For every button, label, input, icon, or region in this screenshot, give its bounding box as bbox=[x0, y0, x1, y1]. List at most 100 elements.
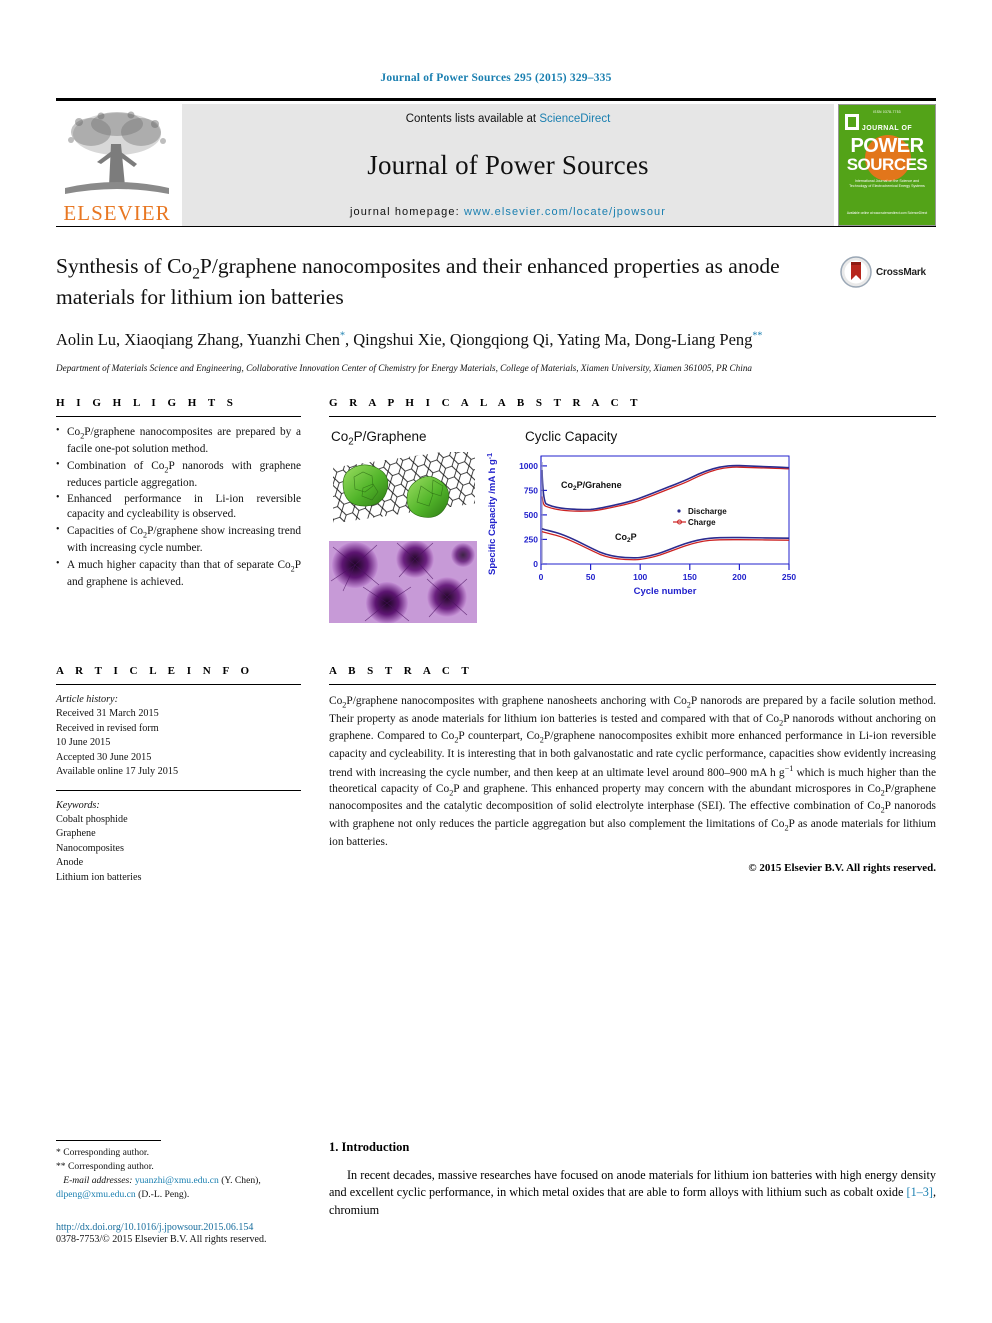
highlights-rule bbox=[56, 415, 301, 417]
introduction-text-part1: In recent decades, massive researches ha… bbox=[329, 1168, 936, 1200]
y-tick-0: 0 bbox=[533, 559, 538, 569]
email-link-1[interactable]: yuanzhi@xmu.edu.cn bbox=[135, 1175, 219, 1186]
sciencedirect-link[interactable]: ScienceDirect bbox=[539, 113, 610, 125]
footnote-rule bbox=[56, 1140, 161, 1142]
page-bottom-row: * Corresponding author. ** Corresponding… bbox=[56, 1140, 936, 1245]
journal-cover-thumbnail: ISSN 0378-7753 JOURNAL OF POWER SOURCES … bbox=[838, 104, 936, 226]
x-tick-100: 100 bbox=[633, 572, 647, 582]
highlights-column: H I G H L I G H T S Co2P/graphene nanoco… bbox=[56, 397, 301, 623]
elsevier-wordmark: ELSEVIER bbox=[63, 201, 171, 225]
author-list: Aolin Lu, Xiaoqiang Zhang, Yuanzhi Chen*… bbox=[56, 329, 763, 349]
x-tick-50: 50 bbox=[586, 572, 596, 582]
abstract-heading: A B S T R A C T bbox=[329, 664, 474, 677]
author-affiliation: Department of Materials Science and Engi… bbox=[56, 362, 753, 373]
footnote-emails: E-mail addresses: yuanzhi@xmu.edu.cn (Y.… bbox=[56, 1174, 301, 1202]
nanocomposite-structure-image bbox=[333, 451, 475, 524]
journal-masthead: ELSEVIER Contents lists available at Sci… bbox=[56, 98, 936, 226]
doi-link[interactable]: http://dx.doi.org/10.1016/j.jpowsour.201… bbox=[56, 1222, 301, 1233]
x-tick-0: 0 bbox=[539, 572, 544, 582]
keywords-rule bbox=[56, 789, 301, 791]
cover-footer: Available online at www.sciencedirect.co… bbox=[846, 210, 928, 215]
article-info-rule bbox=[56, 683, 301, 685]
highlights-list: Co2P/graphene nanocomposites are prepare… bbox=[56, 424, 301, 589]
y-tick-750: 750 bbox=[524, 485, 538, 495]
crossmark-badge[interactable]: CrossMark bbox=[840, 255, 936, 289]
keyword-item: Cobalt phosphide bbox=[56, 813, 128, 825]
email-label: E-mail addresses: bbox=[63, 1175, 133, 1187]
abstract-copyright: © 2015 Elsevier B.V. All rights reserved… bbox=[748, 862, 936, 875]
journal-homepage-line: journal homepage: www.elsevier.com/locat… bbox=[350, 206, 666, 218]
y-axis-label: Specific Capacity /mA h g-1 bbox=[487, 453, 498, 575]
x-tick-200: 200 bbox=[732, 572, 746, 582]
journal-title: Journal of Power Sources bbox=[367, 150, 649, 180]
sem-micrograph-image bbox=[329, 540, 477, 623]
corresponding-marker-2: ** bbox=[752, 330, 763, 342]
legend-label-discharge: Discharge bbox=[688, 507, 727, 516]
elsevier-logo: ELSEVIER bbox=[56, 104, 178, 226]
homepage-url-link[interactable]: www.elsevier.com/locate/jpowsour bbox=[464, 206, 666, 218]
introduction-column: 1. Introduction In recent decades, massi… bbox=[329, 1140, 936, 1245]
contents-available-line: Contents lists available at ScienceDirec… bbox=[406, 113, 611, 125]
graphical-abstract-left-label: Co2P/Graphene bbox=[331, 428, 427, 448]
masthead-bottom-rule bbox=[56, 226, 936, 227]
running-head: Journal of Power Sources 295 (2015) 329–… bbox=[380, 72, 612, 84]
highlights-heading: H I G H L I G H T S bbox=[56, 396, 238, 409]
article-history-item: Available online 17 July 2015 bbox=[56, 766, 179, 778]
article-history-item: 10 June 2015 bbox=[56, 737, 111, 749]
article-history-item: Accepted 30 June 2015 bbox=[56, 751, 152, 763]
crossmark-icon bbox=[840, 256, 872, 288]
keyword-item: Lithium ion batteries bbox=[56, 871, 142, 883]
footnote-corresponding-1: * Corresponding author. bbox=[56, 1147, 149, 1159]
article-history-label: Article history: bbox=[56, 693, 118, 705]
article-info-heading: A R T I C L E I N F O bbox=[56, 664, 254, 677]
graphical-abstract-right-label: Cyclic Capacity bbox=[525, 428, 618, 444]
graphical-abstract-column: G R A P H I C A L A B S T R A C T Co2P/G… bbox=[329, 397, 936, 623]
x-tick-150: 150 bbox=[683, 572, 697, 582]
cyclic-capacity-chart: 0 250 500 750 1000 0 50 100 150 200 250 … bbox=[487, 453, 796, 597]
list-item: Combination of Co2P nanorods with graphe… bbox=[56, 458, 301, 491]
keyword-item: Anode bbox=[56, 857, 84, 869]
graphical-abstract-heading: G R A P H I C A L A B S T R A C T bbox=[329, 396, 642, 409]
graphical-abstract-rule bbox=[329, 415, 936, 417]
title-block: Synthesis of Co2P/graphene nanocomposite… bbox=[56, 253, 936, 375]
introduction-paragraph: In recent decades, massive researches ha… bbox=[329, 1167, 936, 1218]
homepage-prefix: journal homepage: bbox=[349, 206, 464, 218]
crossmark-label: CrossMark bbox=[876, 266, 926, 278]
article-history-item: Received 31 March 2015 bbox=[56, 708, 159, 720]
email-link-2[interactable]: dlpeng@xmu.edu.cn bbox=[56, 1189, 136, 1200]
articleinfo-abstract-row: A R T I C L E I N F O Article history: R… bbox=[56, 665, 936, 886]
legend-label-charge: Charge bbox=[688, 518, 716, 527]
graphical-abstract-images: Co2P/Graphene bbox=[329, 425, 479, 623]
x-axis-label: Cycle number bbox=[634, 586, 697, 597]
elsevier-tree-icon bbox=[65, 111, 169, 194]
citation-link[interactable]: [1–3] bbox=[907, 1185, 933, 1199]
y-tick-1000: 1000 bbox=[519, 461, 538, 471]
abstract-rule bbox=[329, 683, 936, 685]
x-tick-250: 250 bbox=[782, 572, 796, 582]
y-tick-500: 500 bbox=[524, 510, 538, 520]
highlights-graphical-row: H I G H L I G H T S Co2P/graphene nanoco… bbox=[56, 397, 936, 623]
email-owner-1: (Y. Chen), bbox=[221, 1175, 261, 1187]
cover-issn-line: ISSN 0378-7753 bbox=[873, 110, 901, 114]
masthead-center: Contents lists available at ScienceDirec… bbox=[182, 104, 834, 226]
legend-marker-discharge bbox=[677, 509, 681, 513]
issn-copyright: 0378-7753/© 2015 Elsevier B.V. All right… bbox=[56, 1234, 267, 1245]
abstract-text: Co2P/graphene nanocomposites with graphe… bbox=[329, 694, 937, 849]
cover-sources-word: SOURCES bbox=[846, 155, 928, 174]
article-info-column: A R T I C L E I N F O Article history: R… bbox=[56, 665, 301, 886]
list-item: Enhanced performance in Li-ion reversibl… bbox=[56, 491, 301, 522]
y-tick-250: 250 bbox=[524, 534, 538, 544]
introduction-heading: 1. Introduction bbox=[329, 1140, 410, 1155]
cover-subtitle: International Journal on the Science and… bbox=[849, 179, 925, 189]
list-item: Capacities of Co2P/graphene show increas… bbox=[56, 523, 301, 556]
keyword-item: Nanocomposites bbox=[56, 842, 124, 854]
graphical-abstract-chart-area: Cyclic Capacity 0 250 500 750 1000 0 50 … bbox=[483, 425, 936, 623]
article-history-item: Received in revised form bbox=[56, 722, 159, 734]
list-item: Co2P/graphene nanocomposites are prepare… bbox=[56, 424, 301, 457]
abstract-column: A B S T R A C T Co2P/graphene nanocompos… bbox=[329, 665, 936, 886]
footnotes-column: * Corresponding author. ** Corresponding… bbox=[56, 1140, 301, 1245]
keyword-item: Graphene bbox=[56, 828, 96, 840]
email-owner-2: (D.-L. Peng). bbox=[138, 1189, 190, 1201]
cover-journal-of: JOURNAL OF bbox=[861, 125, 913, 132]
footnote-corresponding-2: ** Corresponding author. bbox=[56, 1161, 154, 1173]
